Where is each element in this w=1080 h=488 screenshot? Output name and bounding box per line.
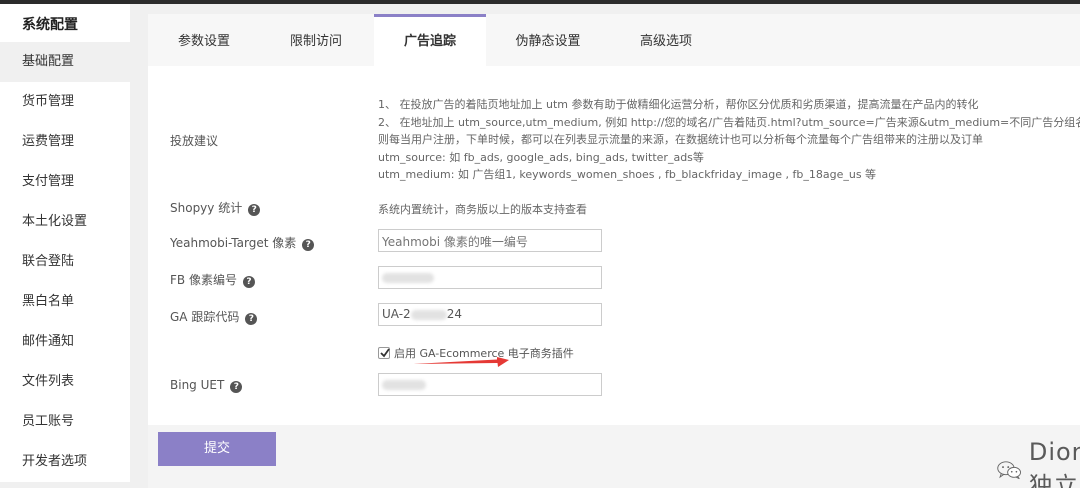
ecommerce-checkbox[interactable] [378,347,390,359]
advice-line-2: 2、 在地址加上 utm_source,utm_medium, 例如 http:… [378,115,1080,129]
sidebar-item-files[interactable]: 文件列表 [0,362,130,402]
sidebar-item-shipping[interactable]: 运费管理 [0,122,130,162]
sidebar-item-basic-config[interactable]: 基础配置 [0,42,130,82]
ecommerce-label: 启用 GA-Ecommerce 电子商务插件 [394,347,574,360]
sidebar-item-staff[interactable]: 员工账号 [0,402,130,442]
ga-label: GA 跟踪代码 [170,310,240,324]
watermark: Dion独立站 [996,438,1080,488]
checkmark-icon [380,348,390,358]
shopyy-label-row: Shopyy 统计? [170,199,261,216]
tab-access-limit[interactable]: 限制访问 [260,14,372,66]
yeahmobi-label: Yeahmobi-Target 像素 [170,236,297,250]
sidebar-item-payment[interactable]: 支付管理 [0,162,130,202]
redacted-value [410,309,447,320]
tab-ad-tracking[interactable]: 广告追踪 [374,14,486,66]
help-icon[interactable]: ? [242,276,255,288]
ga-label-row: GA 跟踪代码? [170,308,258,325]
ga-tracking-input[interactable]: UA-2 24 [378,303,602,326]
tab-pseudo-static[interactable]: 伪静态设置 [486,14,610,66]
sidebar-item-currency[interactable]: 货币管理 [0,82,130,122]
redacted-value [382,379,426,390]
help-icon[interactable]: ? [245,313,258,325]
fb-label-row: FB 像素编号? [170,271,255,288]
yeahmobi-label-row: Yeahmobi-Target 像素? [170,234,315,251]
redacted-value [382,272,434,283]
advice-line-5: utm_medium: 如 广告组1, keywords_women_shoes… [378,168,877,181]
bing-label-row: Bing UET? [170,378,243,393]
shopyy-description: 系统内置统计，商务版以上的版本支持查看 [378,203,587,216]
help-icon[interactable]: ? [302,239,315,251]
bing-label: Bing UET [170,378,225,392]
sidebar-title: 系统配置 [0,4,130,42]
tab-bar: 参数设置 限制访问 广告追踪 伪静态设置 高级选项 [148,14,1080,66]
submit-button[interactable]: 提交 [158,432,276,466]
yeahmobi-input[interactable] [378,229,602,252]
advice-line-3: 则每当用户注册，下单时候，都可以在列表显示流量的来源，在数据统计也可以分析每个流… [378,133,983,146]
wechat-icon [997,460,1021,479]
sidebar: 系统配置 基础配置 货币管理 运费管理 支付管理 本土化设置 联合登陆 黑白名单… [0,4,130,488]
help-icon[interactable]: ? [248,204,261,216]
main-panel: 参数设置 限制访问 广告追踪 伪静态设置 高级选项 投放建议 1、 在投放广告的… [148,14,1080,488]
sidebar-item-developer[interactable]: 开发者选项 [0,442,130,482]
watermark-text: Dion独立站 [1028,438,1080,488]
sidebar-item-blacklist[interactable]: 黑白名单 [0,282,130,322]
shopyy-label: Shopyy 统计 [170,201,243,215]
advice-line-4: utm_source: 如 fb_ads, google_ads, bing_a… [378,150,704,164]
ecommerce-checkbox-row[interactable]: 启用 GA-Ecommerce 电子商务插件 [378,345,574,361]
bing-uet-input[interactable] [378,373,602,396]
ga-value-suffix: 24 [446,307,462,321]
sidebar-item-localization[interactable]: 本土化设置 [0,202,130,242]
tab-params[interactable]: 参数设置 [148,14,260,66]
advice-label: 投放建议 [170,134,219,148]
fb-pixel-input[interactable] [378,266,602,289]
ga-value-prefix: UA-2 [382,307,411,321]
help-icon[interactable]: ? [230,381,243,393]
tab-advanced[interactable]: 高级选项 [610,14,722,66]
advice-text: 1、 在投放广告的着陆页地址加上 utm 参数有助于做精细化运营分析，帮你区分优… [378,96,1080,184]
top-border [0,0,1080,4]
fb-label: FB 像素编号 [170,273,237,287]
form-footer [148,425,1080,488]
sidebar-item-email[interactable]: 邮件通知 [0,322,130,362]
advice-line-1: 1、 在投放广告的着陆页地址加上 utm 参数有助于做精细化运营分析，帮你区分优… [378,98,979,111]
sidebar-item-social-login[interactable]: 联合登陆 [0,242,130,282]
